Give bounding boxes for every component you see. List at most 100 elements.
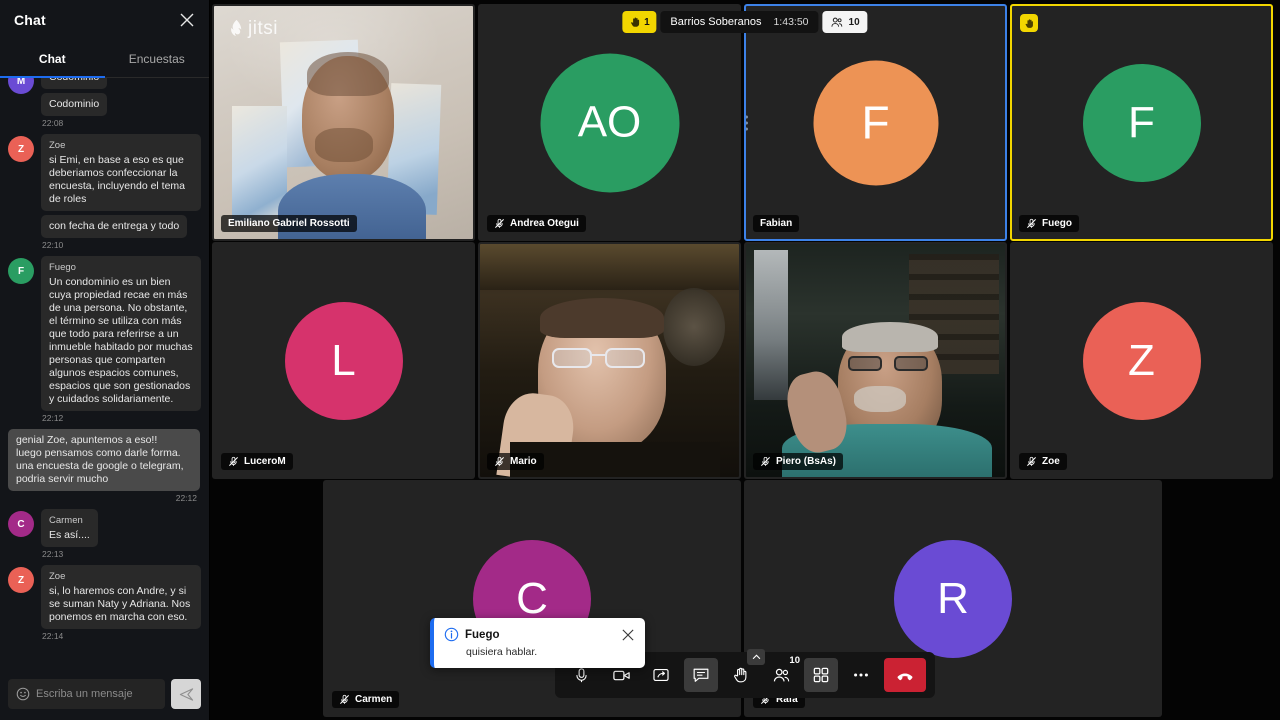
chat-message-group: F Fuego Un condominio es un bien cuya pr… (8, 256, 201, 411)
participant-count-pill[interactable]: 10 (822, 11, 868, 33)
chat-icon (693, 668, 709, 682)
chat-bubble: Fuego Un condominio es un bien cuya prop… (41, 256, 201, 411)
chat-timestamp: 22:08 (42, 118, 64, 128)
meeting-name-pill[interactable]: Barrios Soberanos 1:43:50 (660, 11, 819, 33)
meeting-name: Barrios Soberanos (670, 16, 762, 28)
chat-message-input[interactable]: Escriba un mensaje (8, 679, 165, 709)
people-icon (773, 668, 789, 681)
participant-name: Mario (510, 456, 537, 467)
participant-name: Fabian (760, 218, 793, 229)
chat-button-wrap (684, 658, 718, 692)
meeting-timer: 1:43:50 (773, 16, 809, 28)
chat-timestamp: 22:12 (175, 493, 197, 503)
chat-message-group: Z Zoe si Emi, en base a eso es que deber… (8, 134, 201, 238)
screen-share-button-wrap (644, 658, 678, 692)
close-icon[interactable] (621, 628, 635, 642)
participant-name: Zoe (1042, 456, 1060, 467)
tab-chat[interactable]: Chat (0, 40, 105, 78)
chat-panel-header: Chat (0, 0, 209, 40)
participant-name-label: Fabian (753, 215, 800, 232)
chat-timestamp: 22:10 (42, 240, 64, 250)
avatar: F (813, 60, 938, 185)
participant-video (746, 244, 1005, 477)
microphone-muted-icon (1027, 218, 1036, 228)
video-tile-fuego[interactable]: F Fuego (1010, 4, 1273, 241)
video-tile-fabian[interactable]: F Fabian (744, 4, 1007, 241)
participant-name-label: LuceroM (221, 453, 293, 470)
hangup-button-wrap (884, 658, 926, 692)
participant-name: LuceroM (244, 456, 286, 467)
tile-view-button-wrap (804, 658, 838, 692)
avatar: Z (8, 567, 34, 593)
participant-name-label: Emiliano Gabriel Rossotti (221, 215, 357, 232)
chat-bubble: Codominio (41, 93, 108, 116)
video-tile-zoe[interactable]: Z Zoe (1010, 242, 1273, 479)
chat-sender-name: Zoe (49, 571, 66, 582)
participant-name: Carmen (355, 694, 393, 705)
chat-timestamp: 22:13 (42, 549, 64, 559)
video-tile-lucerom[interactable]: L LuceroM (212, 242, 475, 479)
chat-bubble: con fecha de entrega y todo (41, 215, 188, 238)
raised-hand-icon (734, 667, 747, 683)
video-tile-piero-bsas[interactable]: Piero (BsAs) (744, 242, 1007, 479)
participant-name-label: Andrea Otegui (487, 215, 586, 232)
participant-name-label: Carmen (332, 691, 400, 708)
chat-input-placeholder: Escriba un mensaje (36, 688, 133, 700)
people-icon (831, 17, 843, 27)
smiley-icon[interactable] (16, 687, 30, 701)
microphone-muted-icon (340, 694, 349, 704)
participant-name: Andrea Otegui (510, 218, 579, 229)
screen-share-button[interactable] (644, 658, 678, 692)
video-tile-mario[interactable]: Mario (478, 242, 741, 479)
participant-count: 10 (848, 16, 860, 28)
video-tile-andrea-otegui[interactable]: AO Andrea Otegui (478, 4, 741, 241)
tile-row-1: jitsi Emiliano Gabriel Rossotti AO Andre (212, 4, 1273, 241)
participants-button-wrap: 10 (764, 655, 800, 692)
raise-hand-button-wrap (724, 649, 765, 692)
chat-button[interactable] (684, 658, 718, 692)
microphone-muted-icon (1027, 456, 1036, 466)
participants-count-badge: 10 (789, 655, 800, 666)
video-tile-emiliano-gabriel-rossotti[interactable]: jitsi Emiliano Gabriel Rossotti (212, 4, 475, 241)
chat-message-list[interactable]: M Codominio Codominio 22:08 Z Zoe si Emi… (0, 78, 209, 674)
tile-view-icon (813, 667, 829, 683)
screen-share-icon (653, 669, 669, 681)
chat-bubble-text: Un condominio es un bien cuya propiedad … (49, 276, 193, 405)
participants-button[interactable]: 10 (764, 655, 800, 692)
raised-hand-icon (630, 17, 639, 27)
tile-view-button[interactable] (804, 658, 838, 692)
participant-video (480, 244, 739, 477)
chat-timestamp: 22:12 (42, 413, 64, 423)
tab-chat-label: Chat (38, 51, 66, 66)
raised-hand-icon (1025, 18, 1033, 28)
chat-sender-name: Zoe (49, 140, 66, 151)
notification-toast[interactable]: Fuego quisiera hablar. (430, 618, 645, 668)
chat-bubble-text: si Emi, en base a eso es que deberiamos … (49, 154, 186, 205)
participant-name-label: Zoe (1019, 453, 1067, 470)
microphone-muted-icon (495, 218, 504, 228)
chat-tabs: Chat Encuestas (0, 40, 209, 78)
chat-bubble: Zoe si Emi, en base a eso es que deberia… (41, 134, 201, 211)
avatar: AO (540, 53, 679, 192)
hangup-button[interactable] (884, 658, 926, 692)
ellipsis-icon (854, 673, 868, 677)
chat-bubble-text: Es así.... (49, 529, 90, 541)
raised-hands-count: 1 (644, 16, 650, 28)
chat-panel: Chat Chat Encuestas M Codominio Codomini… (0, 0, 210, 720)
participant-name-label: Fuego (1019, 215, 1079, 232)
close-icon[interactable] (177, 10, 197, 30)
raise-hand-options-chevron-icon[interactable] (747, 649, 765, 665)
raised-hands-indicator[interactable]: 1 (622, 11, 657, 33)
tile-drag-handle[interactable] (746, 115, 748, 130)
avatar: M (8, 78, 34, 94)
tab-encuestas[interactable]: Encuestas (105, 40, 210, 77)
avatar: Z (8, 136, 34, 162)
participant-name: Emiliano Gabriel Rossotti (228, 218, 350, 229)
chat-timestamp: 22:14 (42, 631, 64, 641)
more-options-button[interactable] (844, 658, 878, 692)
jitsi-meet-app: Chat Chat Encuestas M Codominio Codomini… (0, 0, 1280, 720)
send-icon[interactable] (171, 679, 201, 709)
avatar: C (8, 511, 34, 537)
avatar: R (894, 539, 1012, 658)
microphone-muted-icon (229, 456, 238, 466)
